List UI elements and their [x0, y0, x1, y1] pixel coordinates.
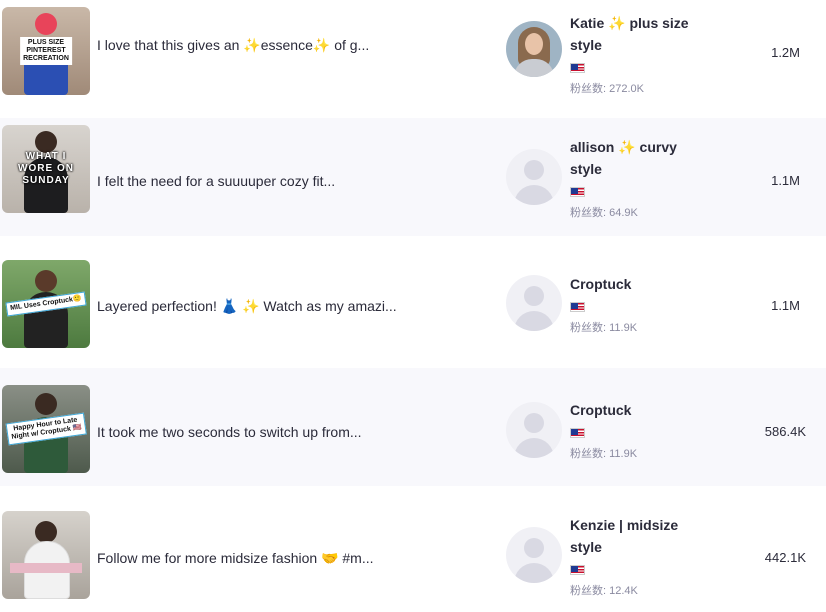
video-thumbnail[interactable]: WHAT I WORE ON SUNDAY: [2, 125, 90, 213]
creator-name[interactable]: Croptuck: [570, 399, 710, 421]
row-metric: 1.1M: [771, 173, 800, 188]
avatar[interactable]: [506, 149, 562, 205]
list-item[interactable]: PLUS SIZE PINTEREST RECREATION I love th…: [0, 0, 826, 118]
us-flag-icon: [570, 63, 585, 74]
video-title[interactable]: I love that this gives an ✨essence✨ of g…: [97, 37, 417, 54]
row-metric: 442.1K: [764, 550, 806, 565]
video-list: PLUS SIZE PINTEREST RECREATION I love th…: [0, 0, 826, 607]
us-flag-icon: [570, 302, 585, 313]
video-title[interactable]: Follow me for more midsize fashion 🤝 #m.…: [97, 550, 417, 567]
creator-name[interactable]: allison ✨ curvy style: [570, 136, 710, 180]
avatar[interactable]: [506, 527, 562, 583]
follower-count: 粉丝数: 11.9K: [570, 448, 638, 460]
avatar[interactable]: [506, 21, 562, 77]
list-item[interactable]: Happy Hour to Late Night w/ Croptuck 🇺🇸 …: [0, 368, 826, 486]
video-title[interactable]: Layered perfection! 👗 ✨ Watch as my amaz…: [97, 298, 417, 315]
avatar[interactable]: [506, 275, 562, 331]
row-metric: 586.4K: [764, 424, 806, 439]
video-thumbnail[interactable]: MIL Uses Croptuck🙂: [2, 260, 90, 348]
row-metric: 1.2M: [771, 45, 800, 60]
video-title[interactable]: I felt the need for a suuuuper cozy fit.…: [97, 173, 417, 189]
creator-name[interactable]: Kenzie | midsize style: [570, 514, 710, 558]
video-thumbnail[interactable]: Happy Hour to Late Night w/ Croptuck 🇺🇸: [2, 385, 90, 473]
creator-name[interactable]: Katie ✨ plus size style: [570, 12, 710, 56]
video-title[interactable]: It took me two seconds to switch up from…: [97, 424, 417, 440]
follower-count: 粉丝数: 12.4K: [570, 585, 638, 597]
creator-name[interactable]: Croptuck: [570, 273, 710, 295]
us-flag-icon: [570, 187, 585, 198]
follower-count: 粉丝数: 11.9K: [570, 322, 638, 334]
thumbnail-caption: WHAT I WORE ON SUNDAY: [18, 151, 74, 186]
row-metric: 1.1M: [771, 298, 800, 313]
avatar[interactable]: [506, 402, 562, 458]
list-item[interactable]: MIL Uses Croptuck🙂 Layered perfection! 👗…: [0, 244, 826, 362]
follower-count: 粉丝数: 64.9K: [570, 207, 638, 219]
video-thumbnail[interactable]: PLUS SIZE PINTEREST RECREATION: [2, 7, 90, 95]
us-flag-icon: [570, 428, 585, 439]
video-thumbnail[interactable]: [2, 511, 90, 599]
thumbnail-caption: PLUS SIZE PINTEREST RECREATION: [20, 37, 72, 65]
us-flag-icon: [570, 565, 585, 576]
list-item[interactable]: WHAT I WORE ON SUNDAY I felt the need fo…: [0, 118, 826, 236]
follower-count: 粉丝数: 272.0K: [570, 83, 644, 95]
list-item[interactable]: Follow me for more midsize fashion 🤝 #m.…: [0, 494, 826, 612]
